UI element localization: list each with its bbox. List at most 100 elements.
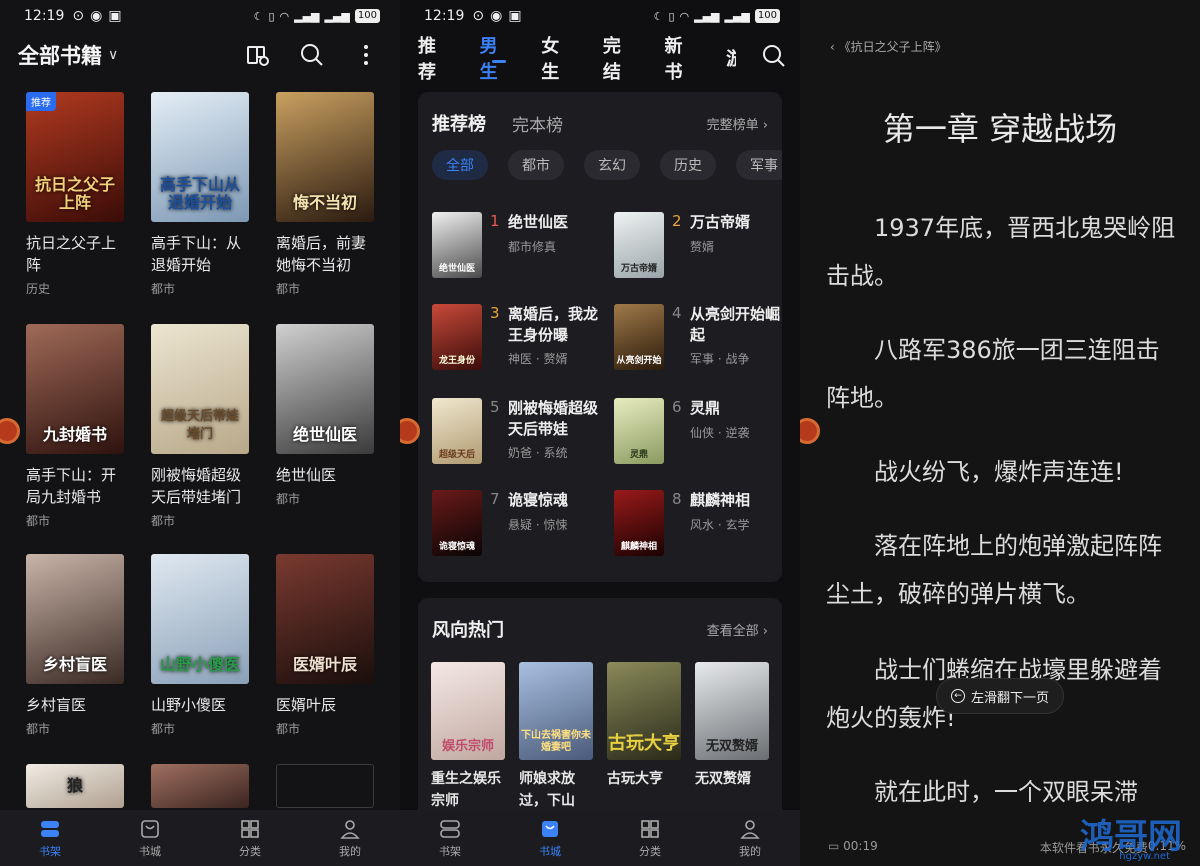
rank-number: 8 — [672, 490, 682, 508]
tab-recommend-rank[interactable]: 推荐榜 — [432, 110, 486, 136]
rank-title: 从亮剑开始崛起 — [690, 305, 781, 344]
rank-item[interactable]: 超级天后 5 刚被悔婚超级天后带娃 奶爸 · 系统 — [432, 398, 602, 468]
book-item[interactable] — [151, 764, 251, 808]
floating-logo-icon[interactable] — [0, 418, 20, 444]
nav-store[interactable]: 书城 — [120, 818, 180, 859]
user-icon — [340, 819, 360, 839]
book-cover[interactable] — [151, 764, 249, 808]
tab-recommend[interactable]: 推荐 — [418, 32, 454, 84]
book-title: 山野小傻医 — [151, 696, 227, 714]
tab-game[interactable]: 游 — [726, 45, 736, 71]
rank-title: 灵鼎 — [690, 399, 721, 417]
search-icon[interactable] — [298, 41, 326, 69]
manage-shelf-icon[interactable] — [244, 41, 272, 69]
chip-all[interactable]: 全部 — [432, 150, 488, 180]
more-vertical-icon[interactable] — [352, 41, 380, 69]
signal-icon: ▂▄▆ — [694, 9, 720, 23]
book-cover[interactable]: 狼 — [26, 764, 124, 808]
book-cover[interactable]: 悔不当初 — [276, 92, 374, 222]
grid-icon — [241, 819, 259, 838]
book-title: 医婿叶辰 — [276, 696, 337, 714]
reader-panel[interactable]: ‹ 《抗日之父子上阵》 第一章 穿越战场 1937年底，晋西北鬼哭岭阻击战。 八… — [800, 0, 1200, 866]
rank-subtitle: 赘婿 — [690, 240, 715, 254]
rank-item[interactable]: 绝世仙医 1 绝世仙医 都市修真 — [432, 212, 602, 282]
rank-title: 离婚后，我龙王身份曝 — [508, 305, 599, 344]
book-item[interactable]: 狼 — [26, 764, 126, 808]
rank-title: 诡寝惊魂 — [508, 491, 569, 509]
rank-item[interactable]: 从亮剑开始 4 从亮剑开始崛起 军事 · 战争 — [614, 304, 784, 374]
chip-city[interactable]: 都市 — [508, 150, 564, 180]
nav-profile[interactable]: 我的 — [720, 818, 780, 859]
rank-item[interactable]: 万古帝婿 2 万古帝婿 赘婿 — [614, 212, 784, 282]
hot-book-cover: 娱乐宗师 — [431, 662, 505, 760]
book-title: 乡村盲医 — [26, 696, 87, 714]
tab-female[interactable]: 女生 — [541, 32, 577, 84]
rank-item[interactable]: 龙王身份 3 离婚后，我龙王身份曝 神医 · 赘婿 — [432, 304, 602, 374]
tab-finished-rank[interactable]: 完本榜 — [512, 111, 563, 136]
chip-fantasy[interactable]: 玄幻 — [584, 150, 640, 180]
nav-shelf[interactable]: 书架 — [20, 818, 80, 859]
hot-book-cover: 古玩大亨 — [607, 662, 681, 760]
signal-icon: ▂▄▆ — [294, 9, 320, 23]
floating-logo-icon[interactable] — [400, 418, 420, 444]
book-cover[interactable]: 医婿叶辰 — [276, 554, 374, 684]
status-bar: 12:19 ⊙ ◉ ▣ ☾ ▯ ◠ ▂▄▆ ▂▄▆ 100 — [24, 6, 380, 26]
recommend-badge: 推荐 — [26, 92, 56, 111]
store-icon — [542, 820, 558, 837]
book-cover[interactable]: 九封婚书 — [26, 324, 124, 454]
store-icon — [141, 819, 159, 838]
status-time: 12:19 — [424, 8, 465, 24]
reader-paragraph: 八路军386旅一团三连阻击阵地。 — [826, 336, 1160, 412]
book-item[interactable]: 超级天后带娃堵门 刚被悔婚超级天后带娃堵门 都市 — [151, 324, 251, 529]
book-category: 都市 — [26, 722, 51, 736]
book-item[interactable]: 九封婚书 高手下山：开局九封婚书 都市 — [26, 324, 126, 529]
book-title: 绝世仙医 — [276, 466, 337, 484]
nav-category[interactable]: 分类 — [220, 818, 280, 859]
book-item[interactable]: 绝世仙医 绝世仙医 都市 — [276, 324, 376, 507]
book-cover[interactable]: 推荐 抗日之父子上阵 — [26, 92, 124, 222]
back-button[interactable]: ‹ 《抗日之父子上阵》 — [830, 38, 947, 55]
rank-item[interactable]: 灵鼎 6 灵鼎 仙侠 · 逆袭 — [614, 398, 784, 468]
chevron-down-icon[interactable]: ∨ — [108, 47, 118, 63]
book-item[interactable]: 乡村盲医 乡村盲医 都市 — [26, 554, 126, 737]
nav-category[interactable]: 分类 — [620, 818, 680, 859]
tab-new[interactable]: 新书 — [665, 32, 701, 84]
hot-book-item[interactable]: 无双赘婿 无双赘婿 — [695, 662, 771, 790]
add-book-slot[interactable] — [276, 764, 376, 808]
hot-book-title: 无双赘婿 — [695, 771, 751, 787]
book-cover[interactable]: 乡村盲医 — [26, 554, 124, 684]
rank-item[interactable]: 诡寝惊魂 7 诡寝惊魂 悬疑 · 惊悚 — [432, 490, 602, 560]
tab-male[interactable]: 男生 — [480, 32, 516, 84]
nav-profile[interactable]: 我的 — [320, 818, 380, 859]
book-category: 都市 — [276, 282, 301, 296]
book-cover[interactable]: 超级天后带娃堵门 — [151, 324, 249, 454]
reader-time: 00:19 — [843, 839, 878, 853]
empty-cover[interactable] — [276, 764, 374, 808]
floating-logo-icon[interactable] — [800, 418, 820, 444]
eye-icon: ◉ — [490, 8, 503, 24]
book-cover[interactable]: 高手下山从退婚开始 — [151, 92, 249, 222]
book-cover[interactable]: 绝世仙医 — [276, 324, 374, 454]
hot-book-item[interactable]: 下山去祸害你未婚妻吧 师娘求放过，下山 — [519, 662, 595, 812]
hot-book-item[interactable]: 娱乐宗师 重生之娱乐宗师 — [431, 662, 507, 812]
book-item[interactable]: 高手下山从退婚开始 高手下山：从退婚开始 都市 — [151, 92, 251, 297]
hot-book-item[interactable]: 古玩大亨 古玩大亨 — [607, 662, 683, 790]
full-rank-link[interactable]: 完整榜单 › — [707, 114, 768, 133]
book-item[interactable]: 推荐 抗日之父子上阵 抗日之父子上阵 历史 — [26, 92, 126, 297]
shelf-title[interactable]: 全部书籍 — [18, 40, 102, 70]
nav-shelf[interactable]: 书架 — [420, 818, 480, 859]
rank-subtitle: 奶爸 · 系统 — [508, 446, 568, 460]
nav-store[interactable]: 书城 — [520, 818, 580, 859]
chip-military[interactable]: 军事 — [736, 150, 782, 180]
book-cover[interactable]: 山野小傻医 — [151, 554, 249, 684]
rank-item[interactable]: 麒麟神相 8 麒麟神相 风水 · 玄学 — [614, 490, 784, 560]
search-icon[interactable] — [762, 44, 786, 73]
view-all-link[interactable]: 查看全部 › — [707, 620, 768, 639]
chip-history[interactable]: 历史 — [660, 150, 716, 180]
book-item[interactable]: 医婿叶辰 医婿叶辰 都市 — [276, 554, 376, 737]
book-item[interactable]: 山野小傻医 山野小傻医 都市 — [151, 554, 251, 737]
rank-cover: 麒麟神相 — [614, 490, 664, 556]
rank-title: 绝世仙医 — [508, 213, 569, 231]
tab-finished[interactable]: 完结 — [603, 32, 639, 84]
book-item[interactable]: 悔不当初 离婚后，前妻她悔不当初 都市 — [276, 92, 376, 297]
